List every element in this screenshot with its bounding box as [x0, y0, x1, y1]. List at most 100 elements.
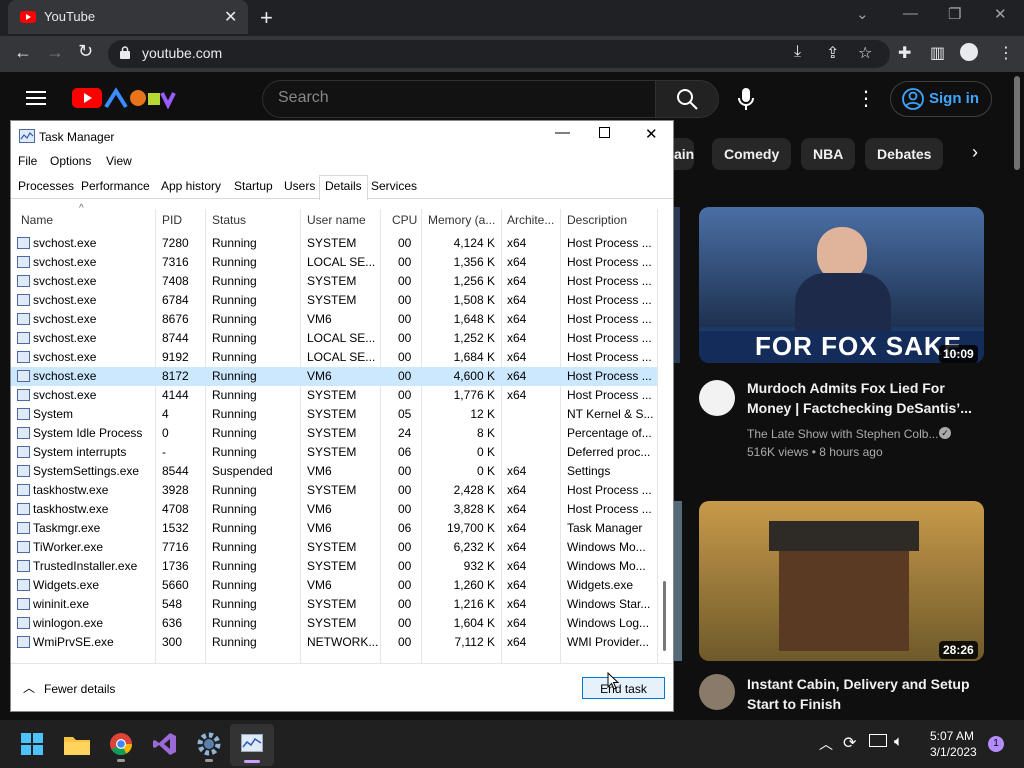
process-row[interactable]: WmiPrvSE.exe 300 Running NETWORK... 00 7,112 …	[11, 633, 657, 652]
tab-processes[interactable]: Processes	[18, 179, 74, 193]
process-list-scrollbar[interactable]	[663, 581, 666, 651]
tab-search-chevron-icon[interactable]: ⌄	[856, 5, 869, 23]
tab-performance[interactable]: Performance	[81, 179, 150, 193]
process-row[interactable]: svchost.exe 6784 Running SYSTEM 00 1,508 K x64…	[11, 291, 657, 310]
visual-studio-icon[interactable]	[153, 732, 177, 756]
process-row[interactable]: TrustedInstaller.exe 1736 Running SYSTEM 00 9…	[11, 557, 657, 576]
chips-next-chevron-icon[interactable]: ›	[972, 142, 978, 163]
filter-chip-nba[interactable]: NBA	[801, 138, 856, 170]
chrome-icon[interactable]	[109, 732, 133, 756]
col-cpu[interactable]: CPU	[392, 213, 417, 227]
process-row[interactable]: TiWorker.exe 7716 Running SYSTEM 00 6,232 K x6…	[11, 538, 657, 557]
process-row[interactable]: System 4 Running SYSTEM 05 12 K NT Kernel & S.…	[11, 405, 657, 424]
process-row[interactable]: Widgets.exe 5660 Running VM6 00 1,260 K x64 Wid…	[11, 576, 657, 595]
close-window-icon[interactable]: ✕	[994, 5, 1007, 23]
notification-badge[interactable]: 1	[988, 736, 1004, 752]
address-bar[interactable]	[108, 40, 890, 68]
side-panel-icon[interactable]: ▥	[930, 43, 945, 63]
col-pid[interactable]: PID	[162, 213, 182, 227]
process-row[interactable]: wininit.exe 548 Running SYSTEM 00 1,216 K x64 W…	[11, 595, 657, 614]
bookmark-star-icon[interactable]: ☆	[858, 43, 872, 63]
browser-menu-kebab-icon[interactable]: ⋮	[998, 43, 1014, 63]
clock-time[interactable]: 5:07 AM	[930, 729, 974, 743]
task-manager-taskbar-icon[interactable]	[241, 734, 263, 752]
col-architecture[interactable]: Archite...	[507, 213, 554, 227]
tab-startup[interactable]: Startup	[234, 179, 273, 193]
process-row[interactable]: taskhostw.exe 4708 Running VM6 00 3,828 K x64 H…	[11, 500, 657, 519]
menu-view[interactable]: View	[106, 154, 132, 168]
install-app-icon[interactable]: ⤓	[794, 43, 801, 61]
chevron-up-icon[interactable]: ︿	[23, 679, 35, 696]
profile-avatar-icon[interactable]	[960, 43, 978, 61]
col-status[interactable]: Status	[212, 213, 246, 227]
process-row[interactable]: svchost.exe 7280 Running SYSTEM 00 4,124 K x64…	[11, 234, 657, 253]
tm-maximize-icon[interactable]	[599, 127, 610, 138]
menu-options[interactable]: Options	[50, 154, 91, 168]
process-row[interactable]: svchost.exe 8172 Running VM6 00 4,600 K x64 Hos…	[11, 367, 657, 386]
tab-close-icon[interactable]: ✕	[224, 7, 237, 27]
tm-close-icon[interactable]: ✕	[645, 125, 658, 143]
forward-arrow-icon[interactable]: →	[46, 42, 64, 63]
process-row[interactable]: svchost.exe 8744 Running LOCAL SE... 00 1,252…	[11, 329, 657, 348]
sync-icon[interactable]: ⟳	[843, 733, 856, 753]
volume-icon[interactable]: 🔈︎	[894, 733, 903, 750]
process-row[interactable]: taskhostw.exe 3928 Running SYSTEM 00 2,428 K x…	[11, 481, 657, 500]
col-name[interactable]: Name	[21, 213, 53, 227]
video-title[interactable]: Instant Cabin, Delivery and Setup Start …	[747, 674, 987, 714]
video-thumbnail[interactable]	[699, 501, 984, 661]
tab-details[interactable]: Details	[319, 175, 368, 200]
new-tab-button[interactable]: +	[260, 5, 273, 31]
filter-chip-debates[interactable]: Debates	[865, 138, 944, 170]
tab-services[interactable]: Services	[371, 179, 417, 193]
microphone-icon[interactable]	[738, 87, 754, 111]
youtube-settings-kebab-icon[interactable]: ⋮	[856, 86, 876, 111]
filter-chip-comedy[interactable]: Comedy	[712, 138, 792, 170]
windows-start-icon[interactable]	[21, 733, 43, 755]
process-row[interactable]: svchost.exe 4144 Running SYSTEM 00 1,776 K x64…	[11, 386, 657, 405]
end-task-button[interactable]: End task	[582, 677, 665, 699]
clock-date[interactable]: 3/1/2023	[930, 745, 977, 759]
col-user-name[interactable]: User name	[307, 213, 366, 227]
process-row[interactable]: SystemSettings.exe 8544 Suspended VM6 00 0 K x…	[11, 462, 657, 481]
extensions-puzzle-icon[interactable]: ✚	[898, 43, 911, 63]
minimize-window-icon[interactable]: —	[903, 5, 918, 22]
channel-avatar[interactable]	[699, 674, 735, 710]
channel-avatar[interactable]	[699, 380, 735, 416]
partial-thumbnail[interactable]	[674, 207, 680, 363]
col-description[interactable]: Description	[567, 213, 627, 227]
video-thumbnail[interactable]: FOR FOX SAKE	[699, 207, 984, 363]
process-row[interactable]: System Idle Process 0 Running SYSTEM 24 8 K Pe…	[11, 424, 657, 443]
page-scrollbar[interactable]	[1014, 76, 1020, 170]
process-cpu: 00	[398, 464, 412, 478]
process-row[interactable]: Taskmgr.exe 1532 Running VM6 06 19,700 K x64 Ta…	[11, 519, 657, 538]
menu-file[interactable]: File	[18, 154, 37, 168]
search-icon[interactable]	[676, 88, 698, 110]
network-monitor-icon[interactable]	[869, 734, 887, 747]
process-row[interactable]: svchost.exe 8676 Running VM6 00 1,648 K x64 Hos…	[11, 310, 657, 329]
process-row[interactable]: svchost.exe 7316 Running LOCAL SE... 00 1,356…	[11, 253, 657, 272]
column-divider[interactable]	[657, 209, 658, 663]
tab-users[interactable]: Users	[284, 179, 315, 193]
tab-app-history[interactable]: App history	[161, 179, 221, 193]
partial-thumbnail[interactable]	[674, 501, 682, 661]
restore-window-icon[interactable]: ❐	[948, 5, 961, 23]
video-title[interactable]: Murdoch Admits Fox Lied For Money | Fact…	[747, 378, 987, 418]
lock-icon[interactable]	[120, 46, 130, 59]
settings-gear-icon[interactable]	[197, 732, 221, 756]
fewer-details-link[interactable]: Fewer details	[44, 682, 115, 696]
url-text[interactable]: youtube.com	[142, 45, 222, 61]
tm-minimize-icon[interactable]: —	[555, 124, 570, 141]
youtube-logo-icon[interactable]	[72, 85, 176, 111]
process-row[interactable]: svchost.exe 9192 Running LOCAL SE... 00 1,684…	[11, 348, 657, 367]
show-hidden-icons-chevron-icon[interactable]: ︿	[819, 734, 833, 754]
process-row[interactable]: svchost.exe 7408 Running SYSTEM 00 1,256 K x64…	[11, 272, 657, 291]
back-arrow-icon[interactable]: ←	[14, 42, 32, 63]
process-row[interactable]: System interrupts - Running SYSTEM 06 0 K Defe…	[11, 443, 657, 462]
channel-name[interactable]: The Late Show with Stephen Colb...	[747, 427, 938, 441]
col-memory[interactable]: Memory (a...	[428, 213, 495, 227]
share-icon[interactable]: ⇪	[826, 43, 839, 63]
reload-icon[interactable]: ↻	[78, 41, 93, 62]
hamburger-menu-icon[interactable]	[26, 90, 46, 106]
process-row[interactable]: winlogon.exe 636 Running SYSTEM 00 1,604 K x64…	[11, 614, 657, 633]
file-explorer-icon[interactable]	[64, 733, 90, 755]
